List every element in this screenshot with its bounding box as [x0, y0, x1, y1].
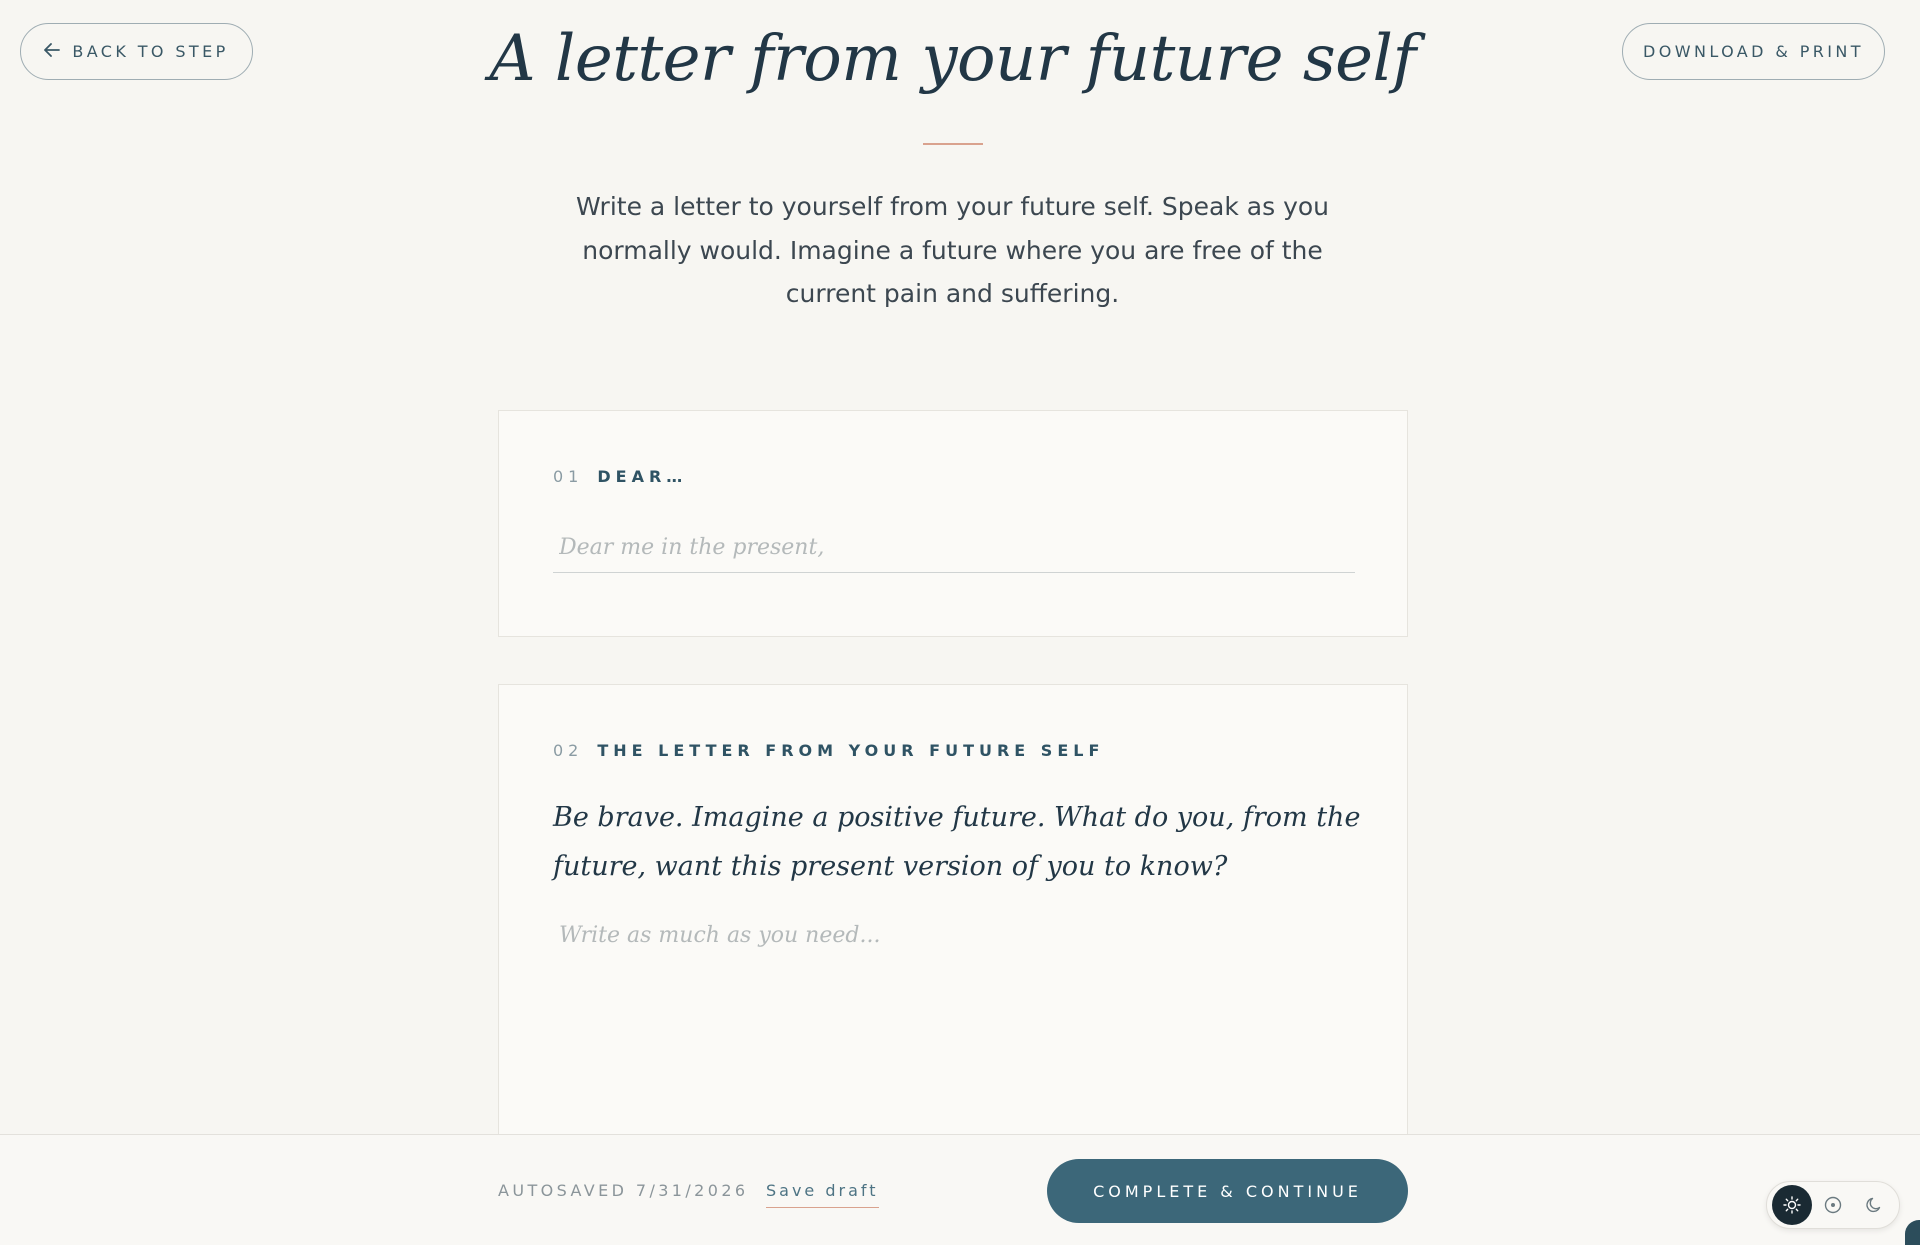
sun-icon[interactable]: [1771, 1185, 1812, 1225]
autosave-status: AUTOSAVED 7/31/2026: [498, 1181, 749, 1200]
theme-toggle: [1766, 1181, 1900, 1229]
section-letter-card: 02 THE LETTER FROM YOUR FUTURE SELF Be b…: [498, 684, 1408, 1134]
letter-textarea[interactable]: [553, 923, 1353, 1123]
system-icon[interactable]: [1813, 1185, 1853, 1225]
footer-bar: AUTOSAVED 7/31/2026 Save draft COMPLETE …: [0, 1134, 1920, 1245]
section-number: 02: [553, 741, 584, 760]
save-draft-link[interactable]: Save draft: [766, 1181, 879, 1208]
section-label: THE LETTER FROM YOUR FUTURE SELF: [597, 741, 1105, 760]
section-label: DEAR…: [597, 467, 688, 486]
page-title: A letter from your future self: [489, 22, 1416, 96]
letter-prompt: Be brave. Imagine a positive future. Wha…: [553, 802, 1361, 882]
dear-input[interactable]: [553, 523, 1355, 573]
moon-icon[interactable]: [1854, 1185, 1894, 1225]
section-header: 02 THE LETTER FROM YOUR FUTURE SELF: [553, 741, 1104, 760]
title-divider: [923, 143, 983, 145]
section-number: 01: [553, 467, 584, 486]
intro-text: Write a letter to yourself from your fut…: [575, 192, 1330, 308]
section-dear-card: 01 DEAR…: [498, 410, 1408, 637]
section-header: 01 DEAR…: [553, 467, 687, 486]
complete-continue-button[interactable]: COMPLETE & CONTINUE: [1047, 1159, 1408, 1223]
